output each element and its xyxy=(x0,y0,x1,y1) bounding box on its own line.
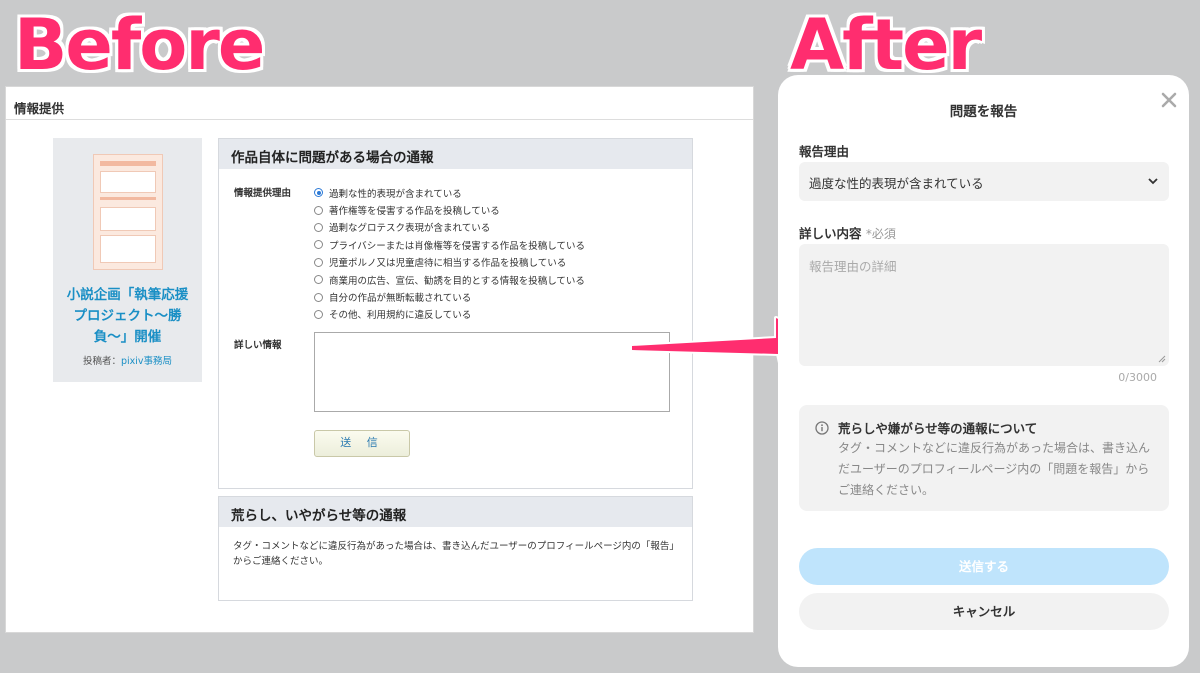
reason-option-label: プライバシーまたは肖像権等を侵害する作品を投稿している xyxy=(329,240,586,252)
radio-button[interactable] xyxy=(314,275,323,285)
author-link[interactable]: pixiv事務局 xyxy=(121,356,172,367)
harassment-body: タグ・コメントなどに違反行為があった場合は、書き込んだユーザーのプロフィールペー… xyxy=(233,541,679,567)
report-modal: 問題を報告 報告理由 過度な性的表現が含まれている 詳しい内容 *必須 報告理由… xyxy=(778,75,1189,667)
char-count: 0/3000 xyxy=(1118,371,1157,384)
info-icon xyxy=(815,421,829,435)
detail-label: 詳しい情報 xyxy=(234,340,282,351)
send-button[interactable]: 送信する xyxy=(799,548,1169,585)
radio-button[interactable] xyxy=(314,257,323,267)
work-title-link[interactable]: 小説企画「執筆応援プロジェクト〜勝負〜」開催 xyxy=(61,285,194,348)
reason-select-value: 過度な性的表現が含まれている xyxy=(809,176,984,191)
before-header: 情報提供 xyxy=(6,87,753,120)
detail-textarea[interactable]: 報告理由の詳細 xyxy=(799,244,1169,366)
reason-option-label: 過剰なグロテスク表現が含まれている xyxy=(329,223,491,235)
author-prefix: 投稿者： xyxy=(82,356,121,367)
radio-button[interactable] xyxy=(314,240,323,250)
chevron-down-icon xyxy=(1148,178,1158,185)
info-body: タグ・コメントなどに違反行為があった場合は、書き込んだユーザーのプロフィールペー… xyxy=(838,441,1151,497)
work-author: 投稿者：pixiv事務局 xyxy=(53,353,202,367)
radio-button[interactable] xyxy=(314,205,323,215)
harassment-section: 荒らし、いやがらせ等の通報 タグ・コメントなどに違反行為があった場合は、書き込ん… xyxy=(218,496,693,601)
reason-label: 情報提供理由 xyxy=(234,188,292,199)
radio-button[interactable] xyxy=(314,309,323,319)
reason-option-label: 児童ポルノ又は児童虐待に相当する作品を投稿している xyxy=(329,258,567,270)
after-label: After xyxy=(790,4,982,86)
resize-handle-icon[interactable] xyxy=(1158,355,1166,363)
reason-option[interactable]: 過剰なグロテスク表現が含まれている xyxy=(314,219,585,236)
reason-option-label: その他、利用規約に違反している xyxy=(329,310,472,322)
reason-option[interactable]: 商業用の広告、宣伝、勧誘を目的とする情報を投稿している xyxy=(314,271,585,288)
detail-label: 詳しい内容 *必須 xyxy=(799,223,896,242)
work-card: 小説企画「執筆応援プロジェクト〜勝負〜」開催 投稿者：pixiv事務局 xyxy=(53,138,202,382)
reason-option-label: 自分の作品が無断転載されている xyxy=(329,293,472,305)
modal-title: 問題を報告 xyxy=(949,104,1018,120)
reason-option-label: 著作権等を侵害する作品を投稿している xyxy=(329,206,500,218)
info-box: 荒らしや嫌がらせ等の通報について タグ・コメントなどに違反行為があった場合は、書… xyxy=(799,405,1169,511)
reason-label: 報告理由 xyxy=(799,144,850,159)
before-label: Before xyxy=(14,4,265,86)
radio-button[interactable] xyxy=(314,222,323,232)
reason-option[interactable]: プライバシーまたは肖像権等を侵害する作品を投稿している xyxy=(314,236,585,253)
cancel-button[interactable]: キャンセル xyxy=(799,593,1169,630)
work-thumbnail[interactable] xyxy=(93,154,163,270)
reason-option[interactable]: 過剰な性的表現が含まれている xyxy=(314,184,585,201)
reason-option-label: 過剰な性的表現が含まれている xyxy=(329,188,462,200)
harassment-section-title: 荒らし、いやがらせ等の通報 xyxy=(219,497,692,527)
reason-option[interactable]: 児童ポルノ又は児童虐待に相当する作品を投稿している xyxy=(314,254,585,271)
required-label: *必須 xyxy=(865,227,896,241)
radio-button[interactable] xyxy=(314,292,323,302)
reason-option[interactable]: その他、利用規約に違反している xyxy=(314,306,585,323)
reason-option[interactable]: 自分の作品が無断転載されている xyxy=(314,288,585,305)
reason-radio-list: 過剰な性的表現が含まれている著作権等を侵害する作品を投稿している 過剰なグロテスク… xyxy=(314,184,585,323)
report-section-title: 作品自体に問題がある場合の通報 xyxy=(219,139,692,169)
reason-select[interactable]: 過度な性的表現が含まれている xyxy=(799,162,1169,201)
detail-label-text: 詳しい内容 xyxy=(799,226,862,241)
detail-placeholder: 報告理由の詳細 xyxy=(809,259,897,274)
info-title: 荒らしや嫌がらせ等の通報について xyxy=(838,421,1038,436)
report-section: 作品自体に問題がある場合の通報 情報提供理由 過剰な性的表現が含まれている著作権… xyxy=(218,138,693,489)
submit-button[interactable]: 送 信 xyxy=(314,430,410,457)
radio-button[interactable] xyxy=(314,188,323,198)
reason-option[interactable]: 著作権等を侵害する作品を投稿している xyxy=(314,201,585,218)
reason-option-label: 商業用の広告、宣伝、勧誘を目的とする情報を投稿している xyxy=(329,275,585,287)
close-icon[interactable] xyxy=(1160,91,1178,109)
detail-textarea[interactable] xyxy=(314,332,670,412)
